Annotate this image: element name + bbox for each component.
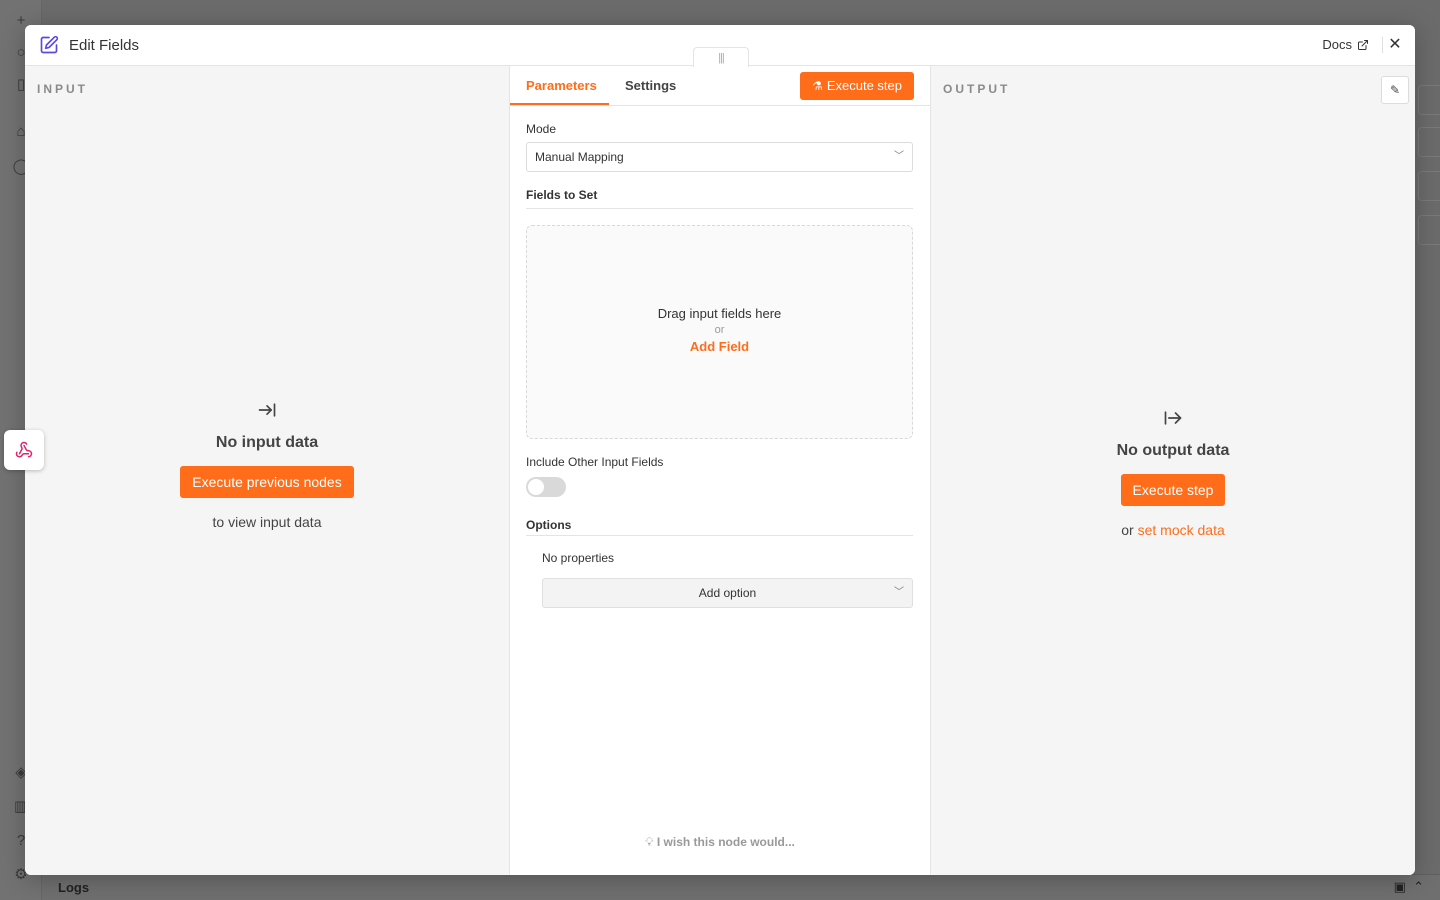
docs-label: Docs bbox=[1322, 37, 1352, 52]
webhook-node-icon[interactable] bbox=[4, 430, 44, 470]
include-other-toggle[interactable] bbox=[526, 477, 566, 497]
background-panel-edge bbox=[1418, 171, 1440, 201]
input-empty-title: No input data bbox=[215, 434, 319, 451]
execute-step-label: Execute step bbox=[826, 78, 902, 93]
background-panel-edge bbox=[1418, 85, 1440, 115]
add-option-select[interactable]: Add option ﹀ bbox=[542, 578, 913, 608]
toggle-knob bbox=[528, 479, 544, 495]
drag-handle[interactable]: ||| bbox=[693, 47, 749, 67]
chevron-down-icon: ﹀ bbox=[894, 151, 904, 162]
add-option-label: Add option bbox=[698, 586, 757, 600]
arrow-from-line-icon bbox=[931, 408, 1415, 430]
dropzone-title: Drag input fields here bbox=[657, 306, 782, 321]
no-properties-text: No properties bbox=[542, 551, 615, 565]
logs-toggle-icon: ▣ ⌃ bbox=[1393, 879, 1424, 894]
feedback-label: I wish this node would... bbox=[656, 835, 795, 849]
active-tab-indicator bbox=[510, 103, 609, 105]
output-panel-label: OUTPUT bbox=[943, 82, 1011, 96]
fields-to-set-label: Fields to Set bbox=[526, 188, 598, 202]
params-tabs: Parameters Settings ⚗ Execute step bbox=[510, 66, 930, 106]
parameters-panel: Parameters Settings ⚗ Execute step Mode M… bbox=[510, 66, 930, 875]
header-divider bbox=[1382, 37, 1383, 53]
docs-link[interactable]: Docs bbox=[1322, 37, 1369, 52]
tab-settings[interactable]: Settings bbox=[625, 78, 676, 93]
input-panel-label: INPUT bbox=[37, 82, 88, 96]
tab-parameters[interactable]: Parameters bbox=[526, 78, 597, 93]
execute-step-button[interactable]: ⚗ Execute step bbox=[800, 72, 914, 100]
dropzone-or: or bbox=[714, 324, 725, 336]
input-empty-state: No input data Execute previous nodes to … bbox=[25, 400, 509, 530]
input-empty-subtitle: to view input data bbox=[212, 514, 322, 530]
flask-icon: ⚗ bbox=[812, 79, 823, 93]
include-other-label: Include Other Input Fields bbox=[526, 455, 664, 469]
output-panel: OUTPUT ✎ No output data Execute step or … bbox=[930, 66, 1415, 875]
edit-icon bbox=[40, 35, 59, 54]
input-panel: INPUT No input data Execute previous nod… bbox=[25, 66, 510, 875]
external-link-icon bbox=[1358, 39, 1368, 50]
edit-output-button[interactable]: ✎ bbox=[1381, 76, 1409, 104]
output-empty-subtitle: or set mock data bbox=[931, 522, 1415, 538]
feedback-link[interactable]: 💡︎ I wish this node would... bbox=[510, 835, 930, 850]
edit-fields-modal: Edit Fields Docs ✕ ||| INPUT No input da… bbox=[25, 25, 1415, 875]
logs-label: Logs bbox=[58, 880, 90, 895]
pencil-icon: ✎ bbox=[1389, 83, 1401, 97]
execute-previous-nodes-button[interactable]: Execute previous nodes bbox=[180, 466, 354, 498]
background-panel-edge bbox=[1418, 215, 1440, 245]
lightbulb-icon: 💡︎ bbox=[645, 835, 654, 849]
output-empty-state: No output data Execute step or set mock … bbox=[931, 408, 1415, 538]
arrow-to-right-icon bbox=[25, 400, 509, 422]
chevron-down-icon: ﹀ bbox=[894, 587, 904, 598]
fields-dropzone[interactable]: Drag input fields here or Add Field bbox=[526, 225, 913, 439]
mode-value: Manual Mapping bbox=[535, 150, 624, 164]
mode-label: Mode bbox=[526, 122, 557, 136]
or-text: or bbox=[1121, 522, 1134, 538]
set-mock-data-link[interactable]: set mock data bbox=[1138, 522, 1225, 538]
background-panel-edge bbox=[1418, 127, 1440, 157]
add-field-link[interactable]: Add Field bbox=[527, 339, 912, 354]
close-button[interactable]: ✕ bbox=[1385, 35, 1405, 55]
output-execute-step-button[interactable]: Execute step bbox=[1120, 474, 1226, 506]
options-label: Options bbox=[526, 518, 572, 532]
modal-title: Edit Fields bbox=[69, 37, 140, 54]
section-divider bbox=[526, 535, 913, 536]
section-divider bbox=[526, 208, 913, 209]
output-empty-title: No output data bbox=[1116, 442, 1230, 459]
logs-bar: Logs ▣ ⌃ bbox=[42, 874, 1440, 900]
mode-select[interactable]: Manual Mapping ﹀ bbox=[526, 142, 913, 172]
